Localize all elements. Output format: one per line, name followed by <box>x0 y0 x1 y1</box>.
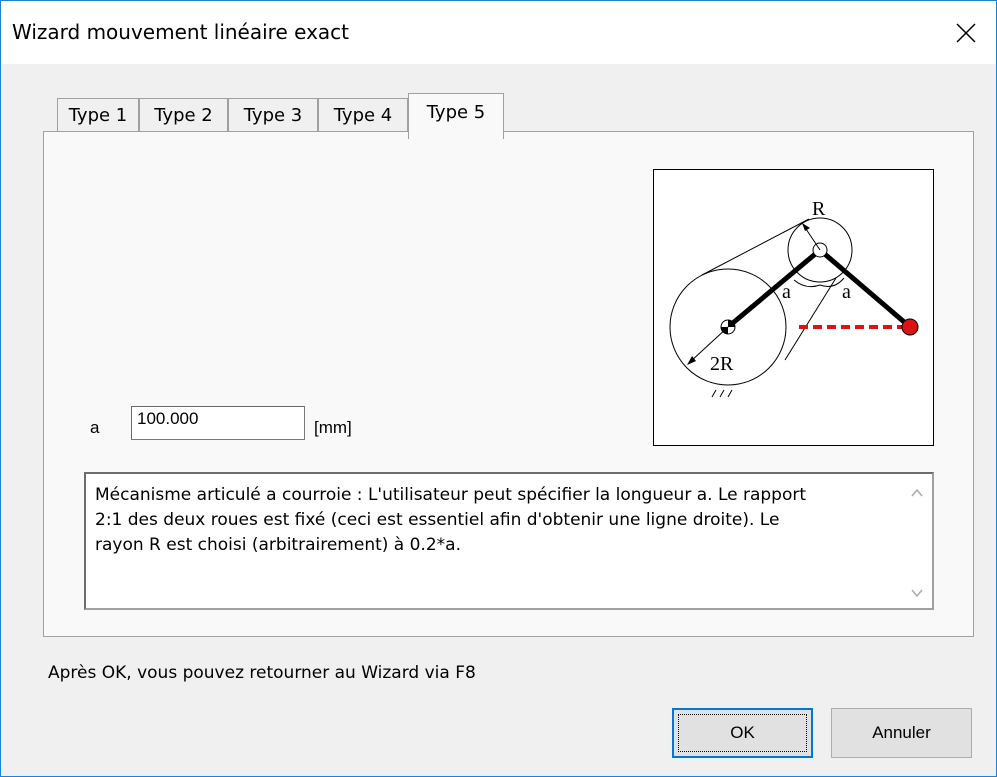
unit-label: [mm] <box>314 418 352 437</box>
tab-label: Type 5 <box>426 102 486 123</box>
tab-type-5[interactable]: Type 5 <box>408 93 504 139</box>
a-label: a <box>90 418 100 437</box>
scroll-up-icon[interactable] <box>910 486 924 500</box>
description-textbox[interactable]: Mécanisme articulé a courroie : L'utilis… <box>84 472 934 610</box>
title-bar: Wizard mouvement linéaire exact <box>1 1 996 64</box>
tab-type-3[interactable]: Type 3 <box>228 98 318 131</box>
description-text: Mécanisme articulé a courroie : L'utilis… <box>95 485 807 555</box>
mechanism-diagram: R a a 2R <box>653 169 934 446</box>
mechanism-drawing: R a a 2R <box>669 198 919 398</box>
label-a-right: a <box>842 281 851 303</box>
scroll-down-icon[interactable] <box>910 586 924 600</box>
tab-type-2[interactable]: Type 2 <box>139 98 228 131</box>
cancel-button[interactable]: Annuler <box>831 708 972 758</box>
tab-label: Type 4 <box>333 105 393 126</box>
tab-label: Type 2 <box>154 105 213 126</box>
f8-hint: Après OK, vous pouvez retourner au Wizar… <box>48 663 476 683</box>
ok-button[interactable]: OK <box>672 708 813 758</box>
label-r: R <box>812 198 826 220</box>
label-a-left: a <box>782 281 791 303</box>
window-title: Wizard mouvement linéaire exact <box>12 20 350 44</box>
tab-type-1[interactable]: Type 1 <box>57 98 139 131</box>
close-button[interactable] <box>936 1 996 64</box>
cancel-label: Annuler <box>872 723 931 742</box>
tab-label: Type 3 <box>243 105 303 126</box>
a-length-input[interactable]: 100.000 <box>131 406 305 440</box>
tab-label: Type 1 <box>68 105 128 126</box>
close-icon <box>956 22 976 43</box>
tab-type-4[interactable]: Type 4 <box>318 98 408 131</box>
label-2r: 2R <box>710 353 734 375</box>
wizard-dialog: Wizard mouvement linéaire exact Type 1 T… <box>0 0 997 777</box>
focus-rect <box>678 714 807 752</box>
